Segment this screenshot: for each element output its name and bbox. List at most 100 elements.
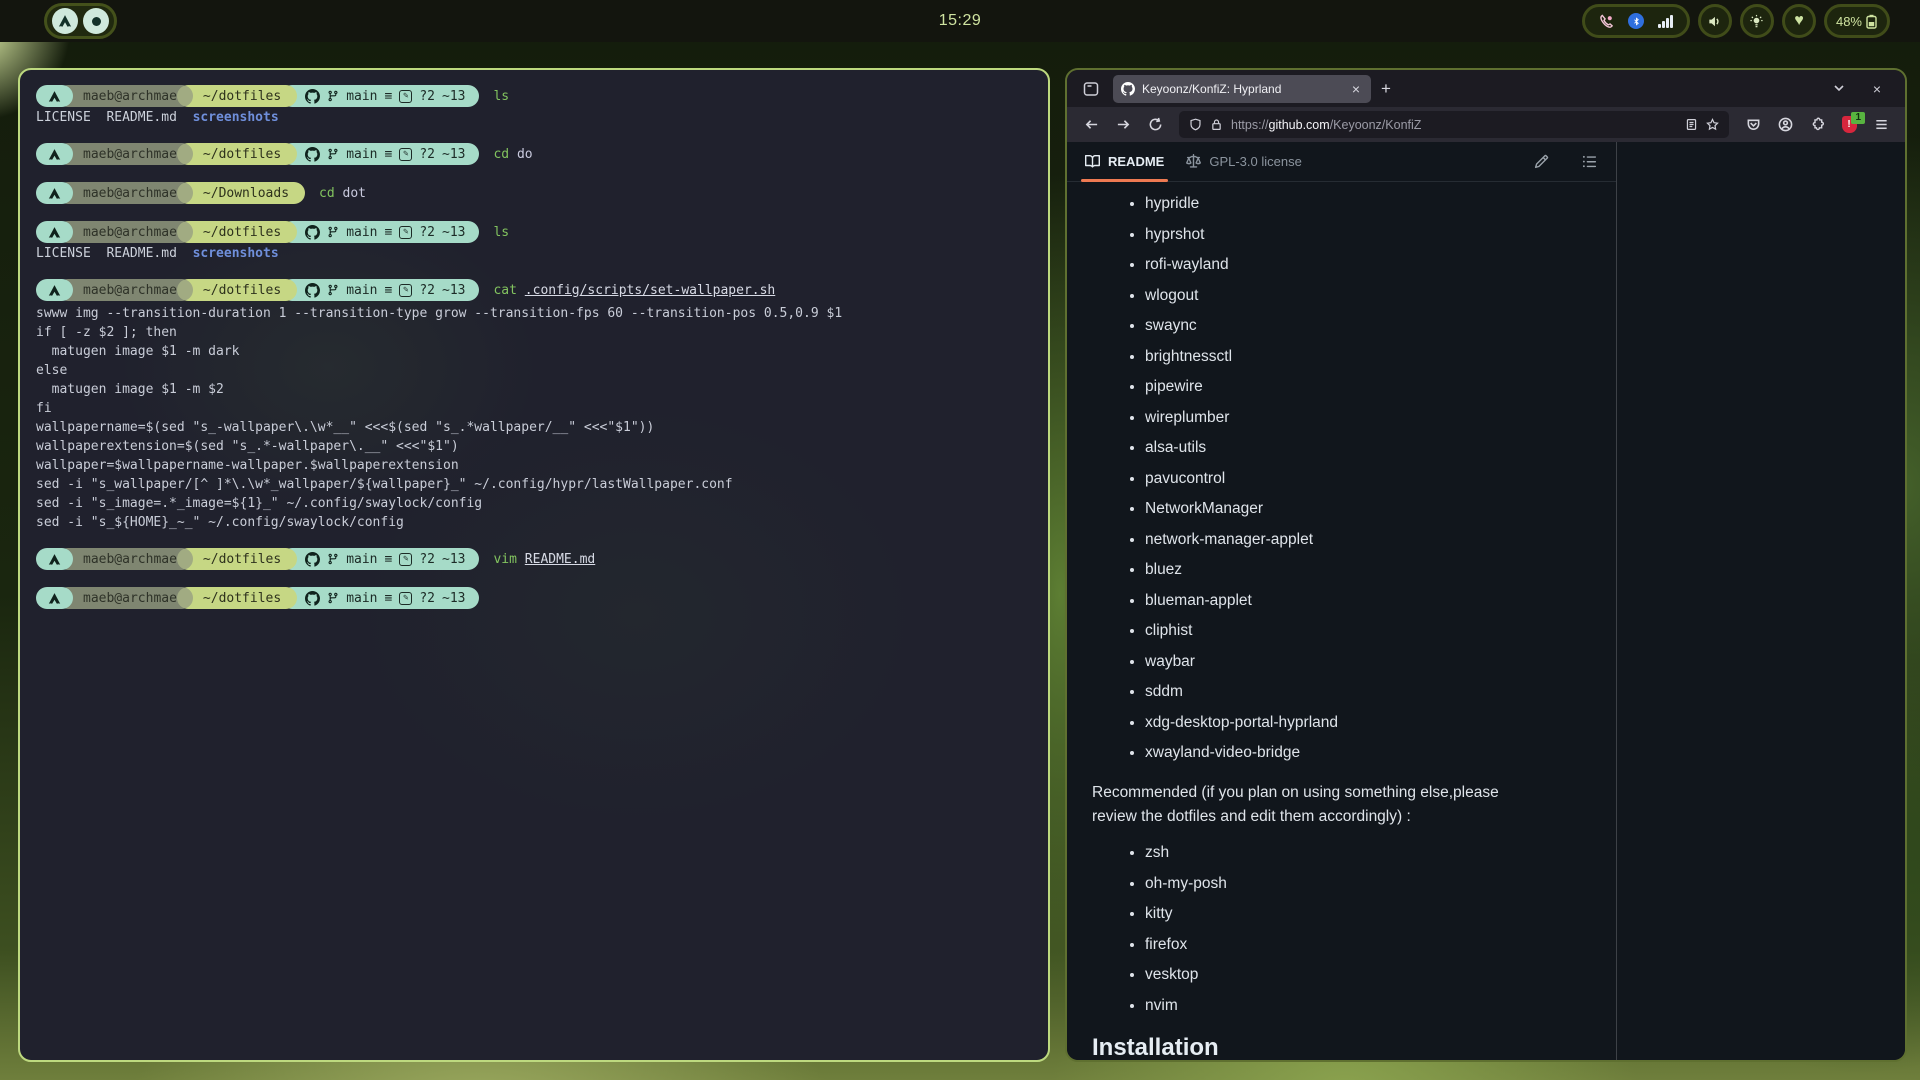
arch-logo-icon — [48, 148, 61, 161]
bookmark-star-icon[interactable] — [1706, 118, 1719, 131]
tray-icon-group — [1582, 4, 1690, 38]
navigation-bar: https://github.com/Keyoonz/KonfiZ 1 — [1067, 107, 1905, 142]
reload-button[interactable] — [1141, 112, 1169, 138]
tab-title: Keyoonz/KonfiZ: Hyprland — [1142, 82, 1342, 96]
git-sync-glyph: ≡ — [385, 283, 393, 298]
git-branch-icon — [327, 284, 339, 296]
account-icon — [1778, 117, 1793, 132]
firefox-view-button[interactable] — [1077, 76, 1105, 102]
volume-button[interactable] — [1698, 4, 1732, 38]
tab-overview-icon — [1083, 81, 1099, 97]
book-icon — [1085, 154, 1100, 169]
back-button[interactable] — [1077, 112, 1105, 138]
prompt-dir-segment: ~/dotfiles — [177, 221, 297, 243]
menu-button[interactable] — [1867, 112, 1895, 138]
terminal-prompt-line: maeb@archmae ~/dotfiles main≡✎?2~13 — [36, 586, 1032, 610]
tab-close-button[interactable]: × — [1349, 81, 1363, 97]
readme-column: README GPL-3.0 license hypridle hyprshot… — [1067, 142, 1616, 1060]
ls-file: LICENSE — [36, 110, 91, 125]
readme-header: README GPL-3.0 license — [1067, 142, 1616, 182]
hamburger-icon — [1874, 117, 1889, 132]
brightness-button[interactable] — [1740, 4, 1774, 38]
git-branch-icon — [327, 90, 339, 102]
license-label: GPL-3.0 license — [1209, 154, 1302, 169]
browser-tab-active[interactable]: Keyoonz/KonfiZ: Hyprland × — [1113, 75, 1371, 103]
package-item: xdg-desktop-portal-hyprland — [1145, 713, 1606, 733]
prompt-dir-segment: ~/dotfiles — [177, 279, 297, 301]
prompt-git-segment: main≡✎?2~13 — [281, 548, 479, 570]
command-arg: .config/scripts/set-wallpaper.sh — [525, 283, 775, 298]
bulb-icon — [1749, 14, 1764, 29]
git-untracked-count: ?2 — [419, 283, 435, 298]
prompt-git-segment: main≡✎?2~13 — [281, 85, 479, 107]
package-item: hypridle — [1145, 194, 1606, 214]
github-icon — [305, 591, 320, 606]
outline-button[interactable] — [1576, 149, 1602, 175]
back-icon — [1084, 117, 1099, 132]
tab-license[interactable]: GPL-3.0 license — [1186, 142, 1302, 182]
package-item: wlogout — [1145, 286, 1606, 306]
prompt-os-segment — [36, 85, 73, 107]
prompt-user-segment: maeb@archmae — [57, 85, 193, 107]
prompt-user-segment: maeb@archmae — [57, 548, 193, 570]
git-branch-icon — [327, 592, 339, 604]
heart-icon: ♥ — [1794, 13, 1804, 29]
arch-logo-icon — [48, 553, 61, 566]
git-untracked-count: ?2 — [419, 225, 435, 240]
package-item: pipewire — [1145, 377, 1606, 397]
recommended-note: Recommended (if you plan on using someth… — [1092, 781, 1532, 829]
battery-icon — [1865, 14, 1878, 29]
account-button[interactable] — [1771, 112, 1799, 138]
battery-indicator[interactable]: 48% — [1824, 4, 1890, 38]
window-close-button[interactable]: × — [1859, 81, 1895, 97]
new-tab-button[interactable]: + — [1371, 77, 1401, 101]
git-branch-name: main — [346, 225, 377, 240]
terminal-window[interactable]: maeb@archmae ~/dotfiles main≡✎?2~13 ls L… — [18, 68, 1050, 1062]
adblock-extension-button[interactable]: 1 — [1835, 112, 1863, 138]
url-bar[interactable]: https://github.com/Keyoonz/KonfiZ — [1179, 111, 1729, 138]
recommended-list: zsh oh-my-posh kitty firefox vesktop nvi… — [1145, 843, 1606, 1016]
script-line: wallpapername=$(sed "s_-wallpaper\.\w*__… — [36, 418, 1032, 437]
prompt-dir-segment: ~/dotfiles — [177, 85, 297, 107]
pencil-icon — [1534, 154, 1549, 169]
git-edit-icon: ✎ — [399, 553, 412, 566]
package-item: bluez — [1145, 560, 1606, 580]
list-tabs-button[interactable] — [1819, 81, 1859, 97]
package-item: cliphist — [1145, 621, 1606, 641]
list-icon — [1582, 154, 1597, 169]
recommended-item: kitty — [1145, 904, 1606, 924]
git-branch-icon — [327, 226, 339, 238]
forward-icon — [1116, 117, 1131, 132]
terminal-prompt-line: maeb@archmae ~/dotfiles main≡✎?2~13 vim … — [36, 547, 1032, 571]
github-icon — [305, 147, 320, 162]
tab-readme[interactable]: README — [1085, 142, 1164, 182]
network-signal-icon[interactable] — [1658, 15, 1673, 28]
pocket-button[interactable] — [1739, 112, 1767, 138]
prompt-user-segment: maeb@archmae — [57, 279, 193, 301]
command-text: cat — [493, 283, 516, 298]
forward-button[interactable] — [1109, 112, 1137, 138]
command-text: ls — [493, 89, 509, 104]
git-branch-name: main — [346, 552, 377, 567]
edit-readme-button[interactable] — [1528, 149, 1554, 175]
content-divider — [1616, 142, 1617, 1060]
extensions-button[interactable] — [1803, 112, 1831, 138]
lock-icon — [1210, 118, 1223, 131]
favorites-button[interactable]: ♥ — [1782, 4, 1816, 38]
url-text: https://github.com/Keyoonz/KonfiZ — [1231, 118, 1677, 132]
git-untracked-count: ?2 — [419, 147, 435, 162]
git-edit-icon: ✎ — [399, 592, 412, 605]
git-branch-name: main — [346, 147, 377, 162]
arch-logo-icon — [48, 187, 61, 200]
reader-mode-icon[interactable] — [1685, 118, 1698, 131]
terminal-block: maeb@archmae ~/dotfiles main≡✎?2~13 cd d… — [36, 142, 1032, 166]
package-item: blueman-applet — [1145, 591, 1606, 611]
terminal-prompt-line: maeb@archmae ~/dotfiles main≡✎?2~13 ls — [36, 84, 1032, 108]
phone-icon[interactable] — [1599, 14, 1614, 29]
script-line: wallpaperextension=$(sed "s_.*-wallpaper… — [36, 437, 1032, 456]
bluetooth-icon[interactable] — [1628, 13, 1644, 29]
tracking-shield-icon — [1189, 118, 1202, 131]
prompt-os-segment — [36, 548, 73, 570]
recommended-item: firefox — [1145, 935, 1606, 955]
puzzle-icon — [1810, 117, 1825, 132]
